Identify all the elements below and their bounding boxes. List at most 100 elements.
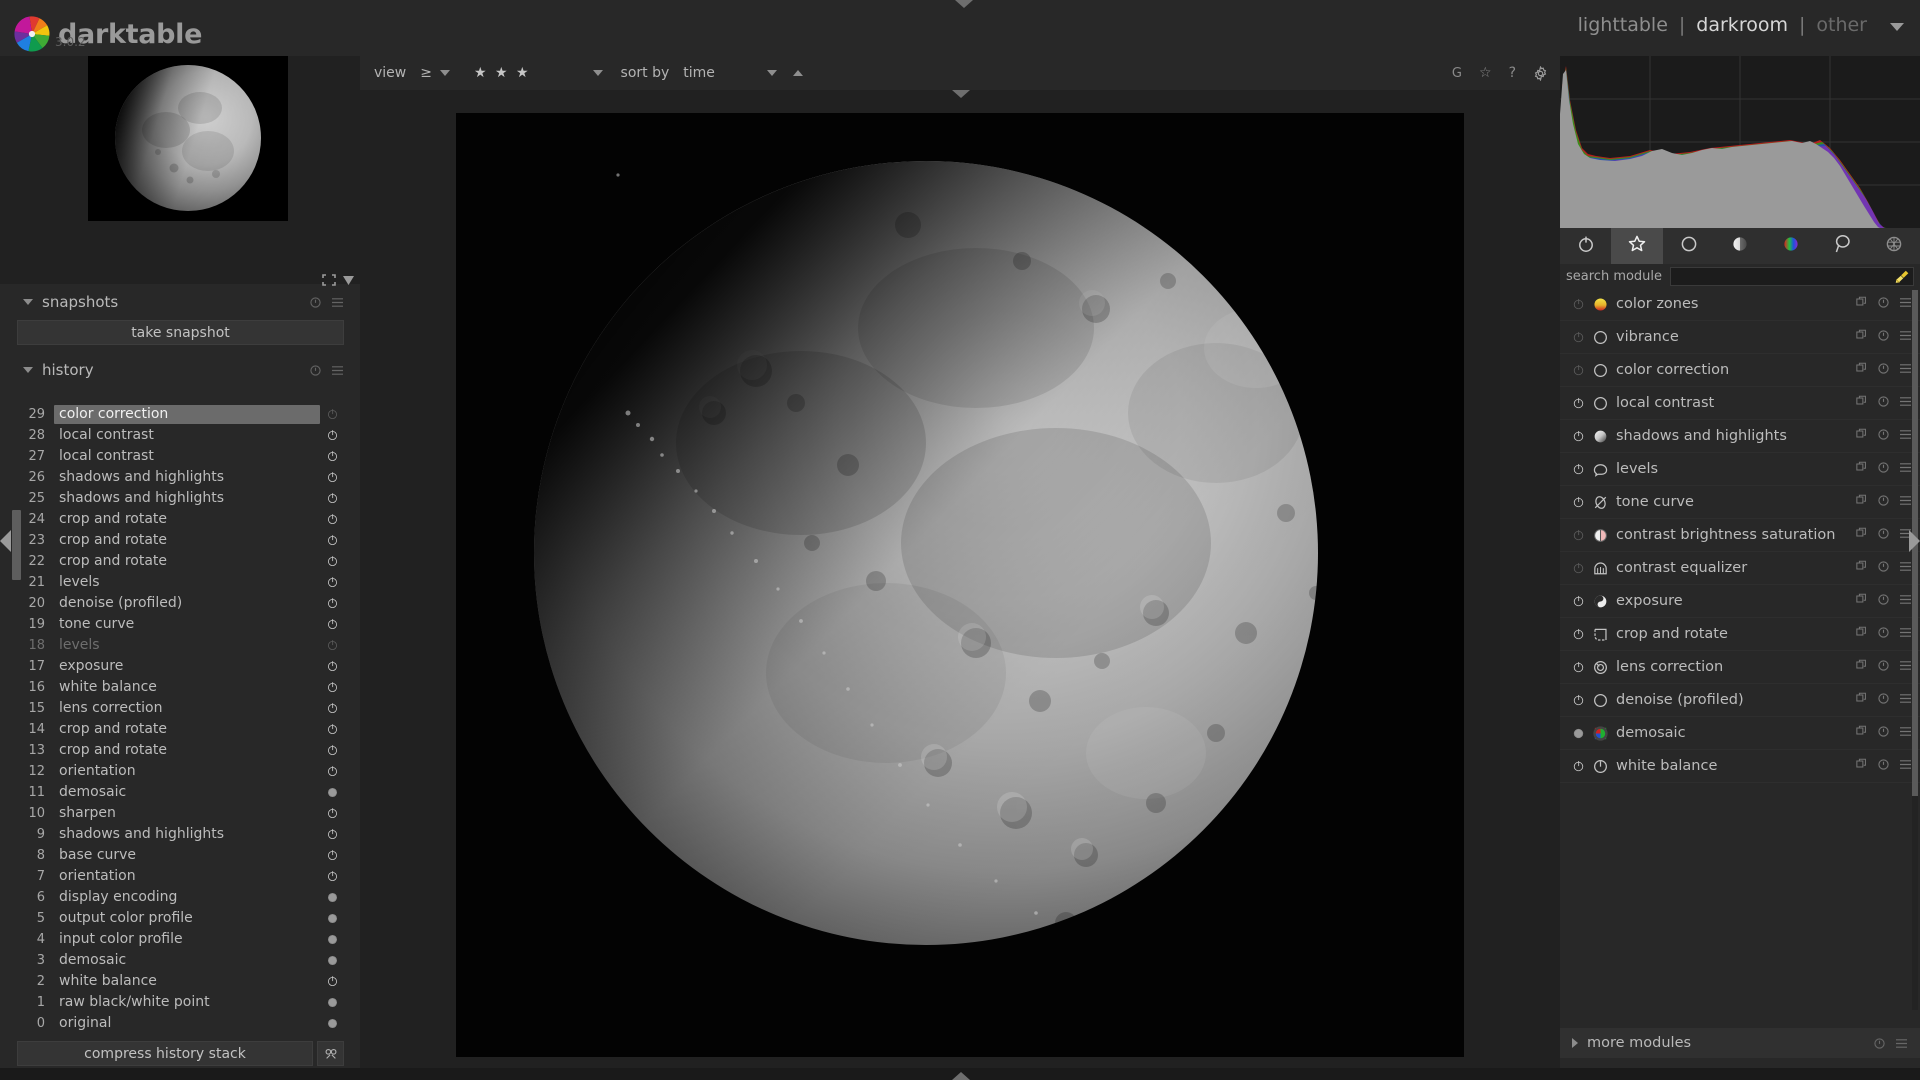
history-item[interactable]: 2 white balance (17, 971, 344, 992)
presets-icon[interactable] (1899, 626, 1912, 642)
history-item[interactable]: 0 original (17, 1013, 344, 1034)
history-item[interactable]: 25 shadows and highlights (17, 488, 344, 509)
presets-icon[interactable] (1899, 395, 1912, 411)
module-row[interactable]: exposure (1560, 585, 1920, 618)
tab-basic-group[interactable] (1663, 228, 1714, 264)
history-item[interactable]: 4 input color profile (17, 929, 344, 950)
multi-instance-icon[interactable] (1856, 494, 1868, 510)
caret-down-icon[interactable] (1890, 22, 1904, 31)
module-power-icon[interactable] (1568, 431, 1588, 442)
module-power-icon[interactable] (1568, 365, 1588, 376)
tab-color-group[interactable] (1766, 228, 1817, 264)
module-row[interactable]: shadows and highlights (1560, 420, 1920, 453)
history-item[interactable]: 20 denoise (profiled) (17, 593, 344, 614)
multi-instance-icon[interactable] (1856, 329, 1868, 345)
rating-stars[interactable]: ★ ★ ★ (474, 65, 531, 81)
history-item[interactable]: 5 output color profile (17, 908, 344, 929)
history-item-power-icon[interactable] (320, 661, 344, 672)
history-item-power-icon[interactable] (320, 745, 344, 756)
multi-instance-icon[interactable] (1856, 395, 1868, 411)
reset-icon[interactable] (1878, 428, 1889, 444)
history-item[interactable]: 14 crop and rotate (17, 719, 344, 740)
multi-instance-icon[interactable] (1856, 296, 1868, 312)
compress-history-stack-button[interactable]: compress history stack (17, 1041, 313, 1066)
rating-filter-caret-icon[interactable] (592, 70, 603, 76)
history-item[interactable]: 29 color correction (17, 404, 344, 425)
history-item[interactable]: 27 local contrast (17, 446, 344, 467)
history-stack-list[interactable]: 29 color correction 28 local contrast 27 loca… (17, 404, 344, 1034)
chevron-right-icon[interactable] (1572, 1038, 1578, 1048)
module-row[interactable]: tone curve (1560, 486, 1920, 519)
presets-icon[interactable] (1899, 296, 1912, 312)
presets-icon[interactable] (1899, 593, 1912, 609)
reset-icon[interactable] (1878, 692, 1889, 708)
chevron-down-icon[interactable] (23, 299, 33, 305)
presets-icon[interactable] (1899, 428, 1912, 444)
history-item[interactable]: 7 orientation (17, 866, 344, 887)
rgb-histogram[interactable] (1560, 56, 1920, 228)
module-power-icon[interactable] (1568, 596, 1588, 607)
presets-icon[interactable] (1899, 560, 1912, 576)
module-row[interactable]: crop and rotate (1560, 618, 1920, 651)
preferences-gear-icon[interactable] (1533, 65, 1548, 81)
history-item-power-icon[interactable] (320, 577, 344, 588)
presets-icon[interactable] (331, 297, 344, 308)
history-item-power-icon[interactable] (320, 514, 344, 525)
sort-by-value[interactable]: time (683, 65, 715, 81)
view-nav-darkroom[interactable]: darkroom (1696, 14, 1788, 36)
multi-instance-icon[interactable] (1856, 560, 1868, 576)
history-item[interactable]: 24 crop and rotate (17, 509, 344, 530)
reset-icon[interactable] (1878, 494, 1889, 510)
history-item-power-icon[interactable] (320, 703, 344, 714)
module-power-icon[interactable] (1568, 563, 1588, 574)
history-item-power-icon[interactable] (320, 976, 344, 987)
history-item-power-icon[interactable] (320, 472, 344, 483)
module-power-icon[interactable] (1568, 398, 1588, 409)
history-item-power-icon[interactable] (320, 640, 344, 651)
left-panel-collapse-arrow-icon[interactable] (0, 530, 11, 552)
reset-icon[interactable] (310, 296, 321, 308)
history-item[interactable]: 26 shadows and highlights (17, 467, 344, 488)
history-item-power-icon[interactable] (320, 619, 344, 630)
tab-active-modules[interactable] (1560, 228, 1611, 264)
history-item[interactable]: 8 base curve (17, 845, 344, 866)
history-item[interactable]: 21 levels (17, 572, 344, 593)
multi-instance-icon[interactable] (1856, 626, 1868, 642)
rating-operator-caret-icon[interactable] (439, 70, 450, 76)
multi-instance-icon[interactable] (1856, 461, 1868, 477)
rating-operator[interactable]: ≥ (420, 65, 432, 81)
module-group-tabs[interactable] (1560, 228, 1920, 264)
fit-to-screen-icon[interactable] (322, 274, 336, 286)
grouping-icon[interactable]: G (1452, 66, 1462, 81)
module-power-icon[interactable] (1568, 629, 1588, 640)
reset-icon[interactable] (1878, 527, 1889, 543)
chevron-down-icon[interactable] (23, 367, 33, 373)
history-item-power-icon[interactable] (320, 598, 344, 609)
search-module-input[interactable] (1670, 266, 1914, 286)
multi-instance-icon[interactable] (1856, 527, 1868, 543)
bottom-panel-toggle-handle[interactable] (952, 1072, 970, 1080)
history-item-power-icon[interactable] (320, 892, 344, 903)
presets-icon[interactable] (1899, 329, 1912, 345)
module-row[interactable]: local contrast (1560, 387, 1920, 420)
module-row[interactable]: vibrance (1560, 321, 1920, 354)
history-item[interactable]: 11 demosaic (17, 782, 344, 803)
multi-instance-icon[interactable] (1856, 692, 1868, 708)
help-icon[interactable]: ? (1509, 65, 1516, 81)
history-item[interactable]: 6 display encoding (17, 887, 344, 908)
overlays-star-icon[interactable]: ☆ (1479, 65, 1492, 81)
history-item-power-icon[interactable] (320, 955, 344, 966)
more-modules-section[interactable]: more modules (1560, 1028, 1920, 1058)
module-row[interactable]: levels (1560, 453, 1920, 486)
module-row[interactable]: color correction (1560, 354, 1920, 387)
history-item-power-icon[interactable] (320, 430, 344, 441)
presets-icon[interactable] (1899, 725, 1912, 741)
reset-icon[interactable] (1878, 395, 1889, 411)
history-item-power-icon[interactable] (320, 493, 344, 504)
reset-icon[interactable] (1874, 1037, 1885, 1049)
multi-instance-icon[interactable] (1856, 362, 1868, 378)
tab-correction-group[interactable] (1817, 228, 1868, 264)
presets-icon[interactable] (1899, 692, 1912, 708)
history-item[interactable]: 17 exposure (17, 656, 344, 677)
history-item-power-icon[interactable] (320, 766, 344, 777)
